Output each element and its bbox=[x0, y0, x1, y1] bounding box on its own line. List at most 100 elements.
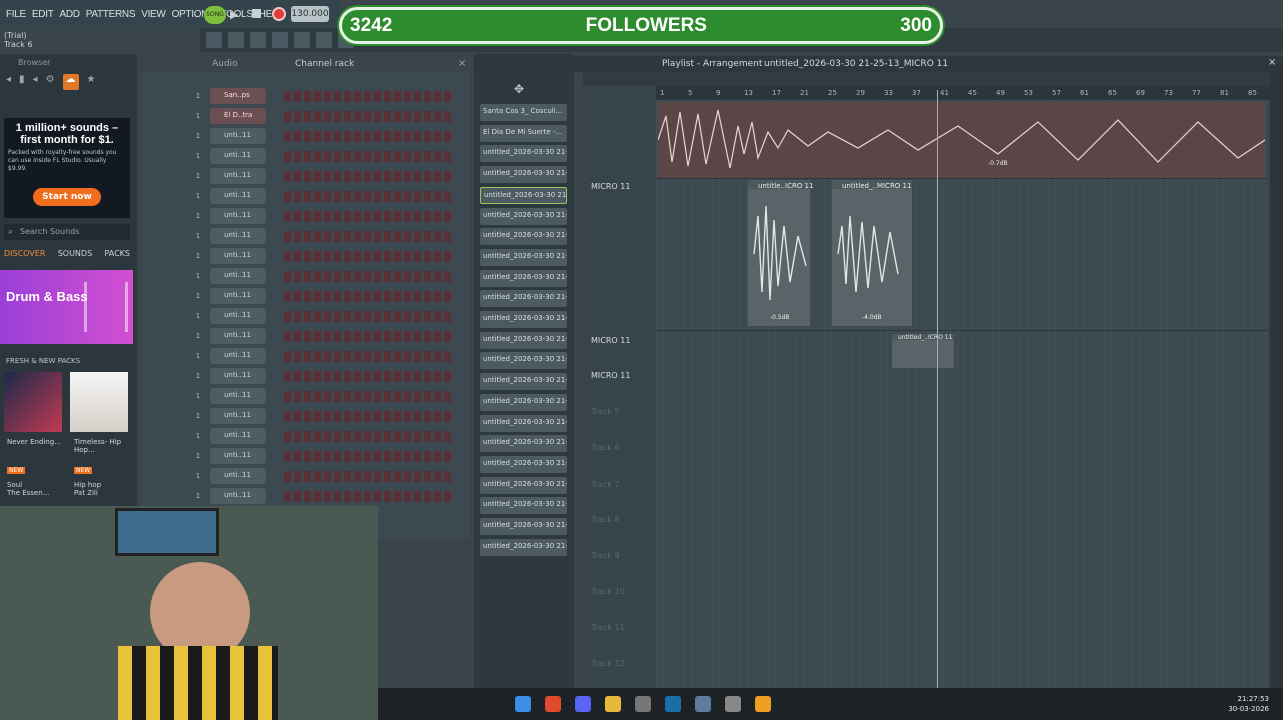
channel-row[interactable]: 1 El D..tra bbox=[140, 106, 470, 126]
pattern-item[interactable]: untitled_2026-03-30 21-... bbox=[480, 269, 567, 287]
menu-patterns[interactable]: PATTERNS bbox=[86, 9, 136, 20]
channel-row[interactable]: 1 unti..11 bbox=[140, 286, 470, 306]
channel-row[interactable]: 1 unti..11 bbox=[140, 346, 470, 366]
channel-row[interactable]: 1 unti..11 bbox=[140, 366, 470, 386]
pattern-item[interactable]: untitled_2026-03-30 21-... bbox=[480, 352, 567, 370]
settings-icon[interactable] bbox=[695, 696, 711, 712]
speaker-icon[interactable]: ◂ bbox=[33, 74, 38, 90]
channel-name-button[interactable]: unti..11 bbox=[210, 268, 266, 284]
menu-view[interactable]: VIEW bbox=[141, 9, 166, 20]
channel-row[interactable]: 1 unti..11 bbox=[140, 406, 470, 426]
channel-row[interactable]: 1 unti..11 bbox=[140, 306, 470, 326]
channel-row[interactable]: 1 unti..11 bbox=[140, 386, 470, 406]
pattern-item[interactable]: untitled_2026-03-30 21-... bbox=[480, 145, 567, 163]
channel-name-button[interactable]: unti..11 bbox=[210, 488, 266, 504]
pattern-item[interactable]: El Dia De Mi Suerte -... bbox=[480, 124, 567, 142]
pattern-item[interactable]: untitled_2026-03-30 21-... bbox=[480, 290, 567, 308]
track-label[interactable]: Track 8 bbox=[591, 515, 620, 524]
channel-row[interactable]: 1 San..ps bbox=[140, 86, 470, 106]
channel-row[interactable]: 1 unti..11 bbox=[140, 226, 470, 246]
channel-row[interactable]: 1 unti..11 bbox=[140, 426, 470, 446]
channel-name-button[interactable]: unti..11 bbox=[210, 408, 266, 424]
folder-icon[interactable] bbox=[605, 696, 621, 712]
pattern-icon[interactable] bbox=[228, 32, 244, 48]
snap-icon[interactable] bbox=[206, 32, 222, 48]
obs-icon[interactable] bbox=[725, 696, 741, 712]
move-icon[interactable]: ✥ bbox=[514, 82, 524, 96]
track-label[interactable]: Track 5 bbox=[591, 407, 620, 416]
step-sequencer[interactable] bbox=[284, 291, 452, 302]
step-sequencer[interactable] bbox=[284, 391, 452, 402]
menu-add[interactable]: ADD bbox=[60, 9, 81, 20]
step-sequencer[interactable] bbox=[284, 471, 452, 482]
channel-name-button[interactable]: San..ps bbox=[210, 88, 266, 104]
track-label[interactable]: MICRO 11 bbox=[591, 182, 630, 191]
channel-row[interactable]: 1 unti..11 bbox=[140, 466, 470, 486]
track-label[interactable]: Track 7 bbox=[591, 480, 620, 489]
pattern-item[interactable]: untitled_2026-03-30 21-... bbox=[480, 373, 567, 391]
track-label[interactable]: Track 9 bbox=[591, 551, 620, 560]
playlist-icon[interactable] bbox=[316, 32, 332, 48]
step-sequencer[interactable] bbox=[284, 371, 452, 382]
pattern-item[interactable]: untitled_2026-03-30 21-... bbox=[480, 476, 567, 494]
channel-name-button[interactable]: unti..11 bbox=[210, 428, 266, 444]
pattern-item[interactable]: untitled_2026-03-30 21-... bbox=[480, 497, 567, 515]
mixer-icon[interactable] bbox=[294, 32, 310, 48]
step-sequencer[interactable] bbox=[284, 251, 452, 262]
file-icon[interactable]: ▮ bbox=[19, 74, 25, 90]
step-sequencer[interactable] bbox=[284, 191, 452, 202]
start-icon[interactable] bbox=[515, 696, 531, 712]
track-label[interactable]: Track 11 bbox=[591, 623, 625, 632]
step-icon[interactable] bbox=[250, 32, 266, 48]
pattern-item[interactable]: untitled_2026-03-30 21-... bbox=[480, 393, 567, 411]
channel-rack-icon[interactable] bbox=[272, 32, 288, 48]
track-label[interactable]: MICRO 11 bbox=[591, 336, 630, 345]
star-icon[interactable]: ★ bbox=[87, 74, 96, 90]
channel-row[interactable]: 1 unti..11 bbox=[140, 446, 470, 466]
arrow-icon[interactable]: ◂ bbox=[6, 74, 11, 90]
cloud-icon[interactable]: ☁ bbox=[62, 74, 79, 90]
start-now-button[interactable]: Start now bbox=[33, 188, 101, 206]
menu-file[interactable]: FILE bbox=[6, 9, 26, 20]
pattern-item[interactable]: untitled_2026-03-30 21-... bbox=[480, 518, 567, 535]
step-sequencer[interactable] bbox=[284, 491, 452, 502]
channel-row[interactable]: 1 unti..11 bbox=[140, 146, 470, 166]
step-sequencer[interactable] bbox=[284, 271, 452, 282]
step-sequencer[interactable] bbox=[284, 131, 452, 142]
tab-discover[interactable]: DISCOVER bbox=[4, 249, 45, 263]
steam-icon[interactable] bbox=[665, 696, 681, 712]
pattern-item[interactable]: untitled_2026-03-30 21-... bbox=[480, 248, 567, 266]
channel-name-button[interactable]: unti..11 bbox=[210, 148, 266, 164]
pattern-item[interactable]: untitled_2026-03-30 21-... bbox=[480, 166, 567, 184]
channel-name-button[interactable]: unti..11 bbox=[210, 288, 266, 304]
stop-button[interactable] bbox=[252, 9, 261, 18]
channel-name-button[interactable]: unti..11 bbox=[210, 168, 266, 184]
pattern-item[interactable]: untitled_2026-03-30 21-... bbox=[480, 414, 567, 432]
step-sequencer[interactable] bbox=[284, 211, 452, 222]
discord-icon[interactable] bbox=[575, 696, 591, 712]
track-label[interactable]: Track 10 bbox=[591, 587, 625, 596]
app-icon[interactable] bbox=[635, 696, 651, 712]
pattern-item[interactable]: untitled_2026-03-30 21-... bbox=[480, 228, 567, 246]
step-sequencer[interactable] bbox=[284, 91, 452, 102]
channel-row[interactable]: 1 unti..11 bbox=[140, 266, 470, 286]
close-icon[interactable]: × bbox=[1268, 57, 1276, 68]
channel-row[interactable]: 1 unti..11 bbox=[140, 126, 470, 146]
close-icon[interactable]: × bbox=[458, 58, 466, 69]
pattern-item[interactable]: untitled_2026-03-30 21-... bbox=[480, 331, 567, 349]
channel-name-button[interactable]: unti..11 bbox=[210, 248, 266, 264]
channel-row[interactable]: 1 unti..11 bbox=[140, 326, 470, 346]
step-sequencer[interactable] bbox=[284, 311, 452, 322]
pattern-item[interactable]: untitled_2026-03-30 21-... bbox=[480, 455, 567, 473]
channel-name-button[interactable]: El D..tra bbox=[210, 108, 266, 124]
tempo-display[interactable]: 130.000 bbox=[291, 6, 329, 22]
channel-name-button[interactable]: unti..11 bbox=[210, 468, 266, 484]
pattern-item[interactable]: untitled_2026-03-30 21-... bbox=[480, 435, 567, 453]
channel-name-button[interactable]: unti..11 bbox=[210, 228, 266, 244]
gear-icon[interactable]: ⚙ bbox=[46, 74, 55, 90]
step-sequencer[interactable] bbox=[284, 411, 452, 422]
channel-name-button[interactable]: unti..11 bbox=[210, 448, 266, 464]
channel-row[interactable]: 1 unti..11 bbox=[140, 206, 470, 226]
pattern-item[interactable]: untitled_2026-03-30 21-... bbox=[480, 186, 567, 204]
step-sequencer[interactable] bbox=[284, 451, 452, 462]
